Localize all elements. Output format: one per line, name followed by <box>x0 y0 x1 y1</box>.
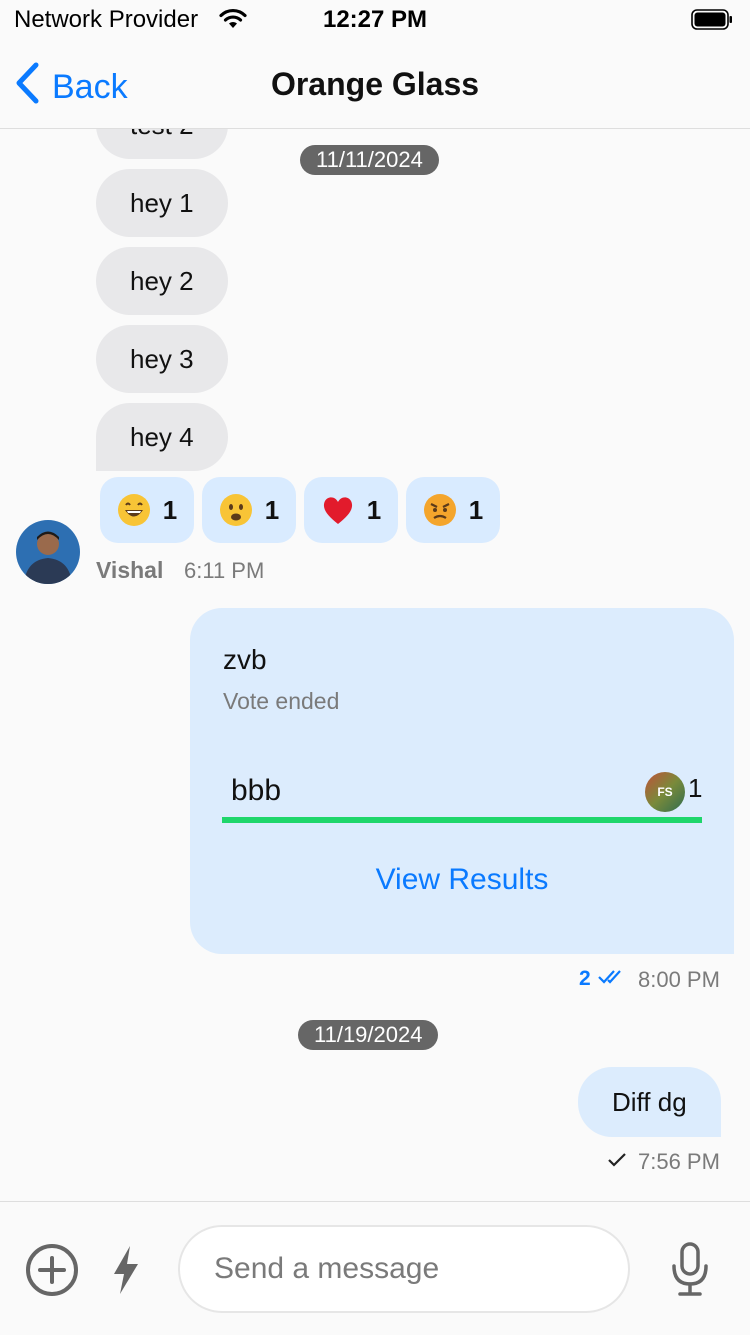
read-receipt: 2 <box>579 967 627 991</box>
reaction-chip[interactable]: 1 <box>202 477 296 543</box>
poll-card[interactable]: zvb Vote ended bbb FS 1 View Results <box>190 608 734 954</box>
message-bubble-outgoing[interactable]: Diff dg <box>578 1067 721 1137</box>
date-separator: 11/19/2024 <box>298 1020 439 1050</box>
message-time: 6:11 PM <box>184 558 265 583</box>
grinning-face-icon <box>117 493 151 527</box>
read-count: 2 <box>579 967 591 990</box>
poll-vote-count: 1 <box>688 773 703 803</box>
add-attachment-button[interactable] <box>24 1242 80 1303</box>
reaction-chip[interactable]: 1 <box>100 477 194 543</box>
angry-face-icon <box>423 493 457 527</box>
message-bubble-incoming[interactable]: hey 4 <box>96 403 228 471</box>
message-input[interactable] <box>178 1225 630 1313</box>
reaction-count: 1 <box>162 494 178 525</box>
poll-status: Vote ended <box>223 688 340 714</box>
poll-result-bar <box>222 817 702 823</box>
lightning-icon <box>108 1246 144 1300</box>
sent-check-icon <box>607 1152 627 1173</box>
view-results-button[interactable]: View Results <box>190 863 734 897</box>
poll-question: zvb <box>223 644 267 675</box>
reaction-chip[interactable]: 1 <box>406 477 500 543</box>
commands-button[interactable] <box>108 1244 144 1301</box>
message-bubble-incoming[interactable]: test 2 <box>96 129 228 159</box>
reaction-count: 1 <box>264 494 280 525</box>
battery-icon <box>691 9 733 30</box>
message-list[interactable]: test 2 11/11/2024 hey 1 hey 2 hey 3 hey … <box>0 129 750 1201</box>
message-composer <box>0 1201 750 1335</box>
chat-title: Orange Glass <box>270 66 480 102</box>
sender-name: Vishal <box>96 557 164 583</box>
frowning-face-icon <box>219 493 253 527</box>
status-bar: Network Provider 12:27 PM <box>0 0 750 42</box>
reaction-count: 1 <box>468 494 484 525</box>
message-bubble-incoming[interactable]: hey 1 <box>96 169 228 237</box>
poll-option-label[interactable]: bbb <box>231 774 281 808</box>
double-check-icon <box>597 968 627 991</box>
navigation-bar: Back Orange Glass <box>0 42 750 129</box>
message-time: 7:56 PM <box>638 1149 720 1174</box>
plus-circle-icon <box>24 1244 80 1302</box>
reaction-chip[interactable]: 1 <box>304 477 398 543</box>
avatar[interactable] <box>16 520 80 584</box>
red-heart-icon <box>321 493 355 527</box>
voice-record-button[interactable] <box>668 1240 712 1303</box>
voter-avatar: FS <box>645 772 685 812</box>
message-time: 8:00 PM <box>638 967 720 992</box>
message-bubble-incoming[interactable]: hey 2 <box>96 247 228 315</box>
status-time: 12:27 PM <box>322 6 428 33</box>
message-bubble-incoming[interactable]: hey 3 <box>96 325 228 393</box>
reaction-count: 1 <box>366 494 382 525</box>
date-separator: 11/11/2024 <box>300 145 439 175</box>
microphone-icon <box>668 1242 712 1302</box>
